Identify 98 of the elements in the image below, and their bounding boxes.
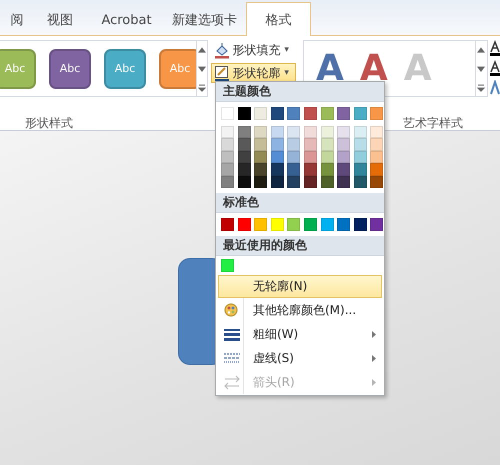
color-swatch[interactable] [304, 176, 317, 188]
submenu-arrow-icon [371, 378, 377, 387]
color-swatch[interactable] [354, 126, 367, 138]
color-swatch[interactable] [304, 138, 317, 151]
color-swatch[interactable] [304, 150, 317, 164]
color-swatch[interactable] [221, 218, 234, 231]
color-swatch[interactable] [270, 150, 284, 164]
color-swatch[interactable] [370, 138, 384, 151]
line-weight-icon [224, 326, 240, 342]
menu-item[interactable]: 无轮廓(N) [218, 274, 382, 298]
text-outline-icon[interactable] [490, 60, 500, 77]
arrows-icon [224, 374, 240, 390]
section-header: 标准色 [216, 192, 384, 213]
color-swatch[interactable] [287, 163, 300, 176]
color-swatch[interactable] [304, 218, 317, 231]
color-swatch[interactable] [221, 138, 234, 151]
color-swatch[interactable] [221, 107, 234, 120]
menu-item[interactable]: 虚线(S) [218, 346, 382, 370]
color-swatch[interactable] [304, 126, 317, 138]
color-swatch[interactable] [337, 107, 350, 120]
color-swatch[interactable] [370, 176, 384, 188]
color-swatch[interactable] [370, 107, 384, 120]
color-swatch[interactable] [337, 150, 350, 164]
color-swatch[interactable] [320, 107, 334, 120]
color-swatch[interactable] [337, 176, 350, 188]
color-swatch[interactable] [337, 138, 350, 151]
color-swatch[interactable] [304, 107, 317, 120]
color-swatch[interactable] [320, 150, 334, 164]
color-swatch[interactable] [337, 163, 350, 176]
text-fill-icon[interactable] [490, 40, 500, 57]
color-swatch[interactable] [221, 150, 234, 164]
color-swatch[interactable] [354, 138, 367, 151]
color-swatch[interactable] [370, 218, 384, 231]
color-swatch[interactable] [221, 126, 234, 138]
color-swatch[interactable] [238, 126, 251, 138]
color-swatch[interactable] [238, 107, 251, 120]
color-swatch[interactable] [287, 150, 300, 164]
color-swatch[interactable] [254, 138, 268, 151]
color-swatch[interactable] [254, 163, 268, 176]
shape-outline-button[interactable]: 形状轮廓 ▾ [211, 63, 296, 83]
shape-style-swatch[interactable]: Abc [49, 48, 91, 88]
group-label: 艺术字样式 [403, 114, 463, 130]
color-swatch[interactable] [287, 138, 300, 151]
color-swatch[interactable] [238, 150, 251, 164]
text-effects-icon[interactable] [490, 80, 500, 97]
submenu-arrow-icon [371, 330, 377, 339]
color-swatch[interactable] [270, 218, 284, 231]
ribbon-tab[interactable]: 阅 [0, 5, 30, 35]
color-swatch[interactable] [270, 107, 284, 120]
color-swatch[interactable] [287, 218, 300, 231]
color-swatch[interactable] [320, 126, 334, 138]
ribbon-tab[interactable]: 格式 [246, 2, 311, 36]
color-swatch[interactable] [354, 176, 367, 188]
color-swatch[interactable] [221, 258, 234, 272]
color-swatch[interactable] [320, 138, 334, 151]
color-swatch[interactable] [304, 163, 317, 176]
color-swatch[interactable] [270, 138, 284, 151]
group-label: 形状样式 [25, 114, 73, 130]
paint-bucket-icon [214, 42, 230, 58]
section-header: 主题颜色 [216, 82, 384, 102]
color-swatch[interactable] [221, 176, 234, 188]
color-swatch[interactable] [254, 126, 268, 138]
color-swatch[interactable] [238, 138, 251, 151]
color-swatch[interactable] [370, 163, 384, 176]
color-swatch[interactable] [221, 163, 234, 176]
color-swatch[interactable] [254, 107, 268, 120]
shape-fill-button[interactable]: 形状填充 ▾ [211, 40, 296, 60]
color-swatch[interactable] [254, 218, 268, 231]
color-swatch[interactable] [354, 218, 367, 231]
color-swatch[interactable] [238, 218, 251, 231]
submenu-arrow-icon [371, 354, 377, 363]
color-swatch[interactable] [238, 176, 251, 188]
palette-icon [224, 302, 240, 318]
color-swatch[interactable] [354, 107, 367, 120]
section-header: 最近使用的颜色 [216, 236, 384, 256]
color-swatch[interactable] [270, 176, 284, 188]
color-swatch[interactable] [320, 218, 334, 231]
color-swatch[interactable] [370, 150, 384, 164]
color-swatch[interactable] [254, 176, 268, 188]
color-swatch[interactable] [354, 150, 367, 164]
menu-item[interactable]: 粗细(W) [218, 322, 382, 346]
color-swatch[interactable] [354, 163, 367, 176]
color-swatch[interactable] [337, 218, 350, 231]
ribbon-tab[interactable]: 视图 [30, 5, 90, 35]
color-swatch[interactable] [287, 107, 300, 120]
color-swatch[interactable] [320, 163, 334, 176]
color-swatch[interactable] [287, 126, 300, 138]
color-swatch[interactable] [287, 176, 300, 188]
color-swatch[interactable] [270, 163, 284, 176]
color-swatch[interactable] [320, 176, 334, 188]
color-swatch[interactable] [370, 126, 384, 138]
color-swatch[interactable] [238, 163, 251, 176]
menu-item[interactable]: 其他轮廓颜色(M)... [218, 298, 382, 322]
ribbon-tab[interactable]: Acrobat [90, 5, 163, 35]
color-swatch[interactable] [270, 126, 284, 138]
color-swatch[interactable] [337, 126, 350, 138]
color-swatch[interactable] [254, 150, 268, 164]
ribbon-tab[interactable]: 新建选项卡 [163, 5, 246, 35]
